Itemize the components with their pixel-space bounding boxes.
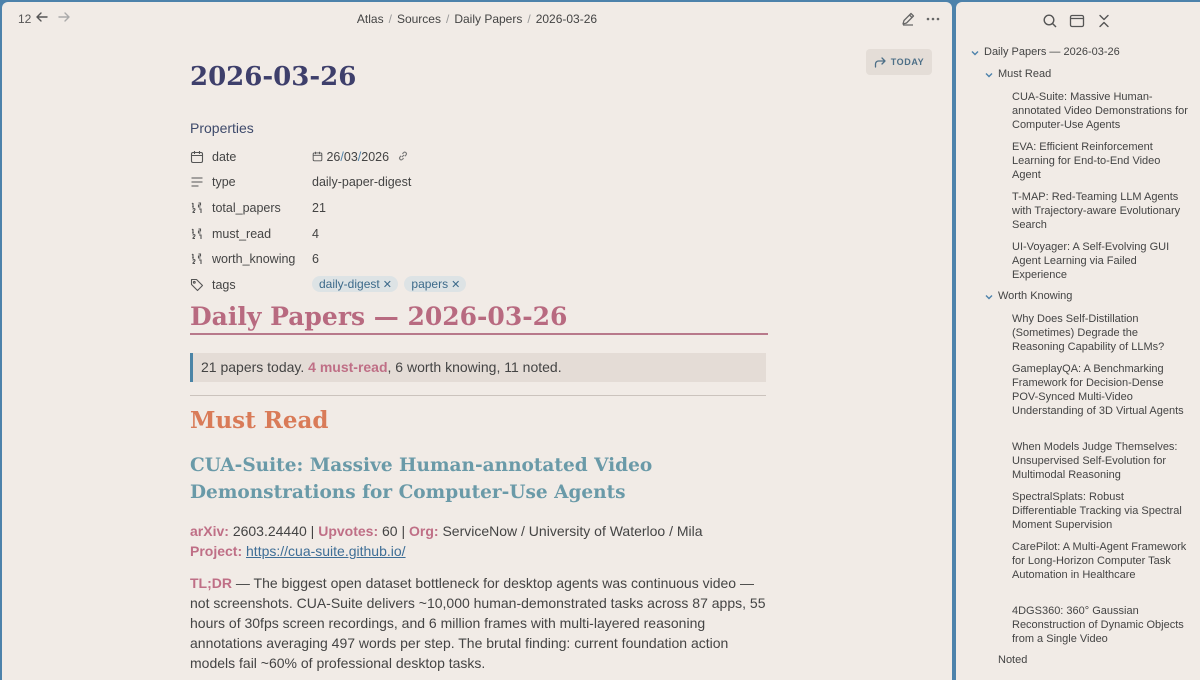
callout-prefix: 21 papers today. bbox=[201, 359, 309, 375]
property-key[interactable]: type bbox=[212, 175, 236, 189]
calendar-small-icon bbox=[312, 151, 323, 162]
outline-item[interactable]: Why Does Self-Distillation (Sometimes) D… bbox=[1012, 312, 1188, 354]
property-key[interactable]: worth_knowing bbox=[212, 252, 295, 266]
sidebar-toggle-icon[interactable] bbox=[1069, 13, 1085, 29]
property-key[interactable]: total_papers bbox=[212, 201, 281, 215]
today-label: TODAY bbox=[890, 57, 925, 67]
tag-label: papers bbox=[411, 277, 449, 291]
remove-tag-icon[interactable]: ✕ bbox=[383, 279, 392, 291]
remove-tag-icon[interactable]: ✕ bbox=[451, 279, 460, 291]
number-icon bbox=[191, 253, 202, 265]
collapse-all-icon[interactable] bbox=[1096, 13, 1112, 29]
arxiv-id: 2603.24440 bbox=[232, 523, 307, 539]
note-title[interactable]: 2026-03-26 bbox=[190, 62, 356, 92]
org-label: Org: bbox=[409, 523, 439, 539]
property-value[interactable]: 4 bbox=[312, 227, 319, 241]
number-icon bbox=[191, 228, 202, 240]
editor-toolbar: 12 Atlas / Sources / Daily Papers/2026-03-26 bbox=[2, 2, 952, 36]
project-link[interactable]: https://cua-suite.github.io/ bbox=[246, 543, 406, 559]
property-must-read: must_read 4 bbox=[190, 225, 768, 245]
arxiv-label: arXiv: bbox=[190, 523, 229, 539]
chevron-down-icon[interactable] bbox=[984, 70, 994, 80]
more-options-icon[interactable] bbox=[924, 11, 942, 27]
property-value[interactable]: 21 bbox=[312, 201, 326, 215]
heading-must-read[interactable]: Must Read bbox=[190, 407, 329, 434]
outline-noted[interactable]: Noted bbox=[998, 654, 1027, 666]
property-worth-knowing: worth_knowing 6 bbox=[190, 250, 768, 270]
upvotes-value: 60 bbox=[382, 523, 398, 539]
paper-meta: arXiv: 2603.24440 | Upvotes: 60 | Org: S… bbox=[190, 523, 703, 559]
number-icon bbox=[191, 202, 202, 214]
breadcrumb-item[interactable]: Atlas bbox=[357, 12, 384, 26]
calendar-icon bbox=[190, 151, 204, 164]
outline-item[interactable]: CarePilot: A Multi-Agent Framework for L… bbox=[1012, 540, 1188, 582]
outline-item[interactable]: EVA: Efficient Reinforcement Learning fo… bbox=[1012, 140, 1188, 182]
link-icon[interactable] bbox=[397, 150, 409, 162]
outline-item[interactable]: T-MAP: Red-Teaming LLM Agents with Traje… bbox=[1012, 190, 1188, 232]
breadcrumb-item[interactable]: Daily Papers bbox=[454, 12, 522, 26]
property-total-papers: total_papers 21 bbox=[190, 199, 768, 219]
editor-pane: 12 Atlas / Sources / Daily Papers/2026-03-26… bbox=[2, 2, 952, 680]
property-tags: tags daily-digest ✕ papers ✕ bbox=[190, 276, 768, 296]
tags-value: daily-digest ✕ papers ✕ bbox=[312, 276, 469, 292]
breadcrumb: Atlas / Sources / Daily Papers/2026-03-26 bbox=[356, 12, 598, 26]
tags-icon bbox=[190, 278, 204, 292]
heading-daily-papers[interactable]: Daily Papers — 2026-03-26 bbox=[190, 302, 768, 335]
tldr-paragraph[interactable]: TL;DR — The biggest open dataset bottlen… bbox=[190, 573, 768, 673]
chevron-down-icon[interactable] bbox=[984, 292, 994, 302]
tag-label: daily-digest bbox=[319, 277, 380, 291]
app-window: 12 Atlas / Sources / Daily Papers/2026-03-26… bbox=[0, 0, 1200, 680]
search-icon[interactable] bbox=[1042, 13, 1058, 29]
outline-item[interactable]: SpectralSplats: Robust Differentiable Tr… bbox=[1012, 490, 1188, 532]
chevron-down-icon[interactable] bbox=[970, 48, 980, 58]
today-button[interactable]: TODAY bbox=[866, 49, 932, 75]
outline-root[interactable]: Daily Papers — 2026-03-26 bbox=[984, 46, 1120, 58]
outline-worth-knowing[interactable]: Worth Knowing bbox=[998, 290, 1072, 302]
property-key[interactable]: date bbox=[212, 150, 236, 164]
org-value: ServiceNow / University of Waterloo / Mi… bbox=[442, 523, 703, 539]
tldr-text: — The biggest open dataset bottleneck fo… bbox=[190, 575, 766, 671]
property-value[interactable]: daily-paper-digest bbox=[312, 175, 411, 189]
paper-title[interactable]: CUA-Suite: Massive Human-annotated Video… bbox=[190, 452, 780, 506]
outline-item[interactable]: UI-Voyager: A Self-Evolving GUI Agent Le… bbox=[1012, 240, 1188, 282]
callout-suffix: , 6 worth knowing, 11 noted. bbox=[387, 359, 562, 375]
callout-highlight: 4 must-read bbox=[308, 359, 388, 375]
properties-heading[interactable]: Properties bbox=[190, 120, 254, 136]
tag-pill[interactable]: daily-digest ✕ bbox=[312, 276, 398, 292]
project-label: Project: bbox=[190, 543, 243, 559]
outline-item[interactable]: CUA-Suite: Massive Human-annotated Video… bbox=[1012, 90, 1188, 132]
outline-must-read[interactable]: Must Read bbox=[998, 68, 1051, 80]
property-date: date 26/03/2026 bbox=[190, 148, 768, 168]
date-year: 2026 bbox=[361, 150, 390, 164]
breadcrumb-item[interactable]: Sources bbox=[397, 12, 441, 26]
property-key[interactable]: tags bbox=[212, 278, 236, 292]
edit-pencil-icon[interactable] bbox=[900, 11, 916, 27]
tldr-label: TL;DR bbox=[190, 575, 232, 591]
outline-pane: Daily Papers — 2026-03-26 Must Read CUA-… bbox=[956, 2, 1200, 680]
redo-arrow-icon bbox=[874, 56, 886, 68]
property-type: type daily-paper-digest bbox=[190, 173, 768, 193]
upvotes-label: Upvotes: bbox=[318, 523, 379, 539]
summary-callout[interactable]: 21 papers today. 4 must-read, 6 worth kn… bbox=[190, 353, 766, 382]
property-key[interactable]: must_read bbox=[212, 227, 271, 241]
date-value[interactable]: 26/03/2026 bbox=[312, 150, 409, 164]
date-month: 03 bbox=[343, 150, 358, 164]
breadcrumb-current[interactable]: 2026-03-26 bbox=[536, 12, 597, 26]
divider bbox=[190, 395, 766, 396]
outline-item[interactable]: 4DGS360: 360° Gaussian Reconstruction of… bbox=[1012, 604, 1188, 646]
tag-pill[interactable]: papers ✕ bbox=[404, 276, 467, 292]
text-lines-icon bbox=[191, 177, 203, 187]
outline-item[interactable]: GameplayQA: A Benchmarking Framework for… bbox=[1012, 362, 1188, 418]
property-value[interactable]: 6 bbox=[312, 252, 319, 266]
outline-item[interactable]: When Models Judge Themselves: Unsupervis… bbox=[1012, 440, 1188, 482]
date-day: 26 bbox=[326, 150, 341, 164]
